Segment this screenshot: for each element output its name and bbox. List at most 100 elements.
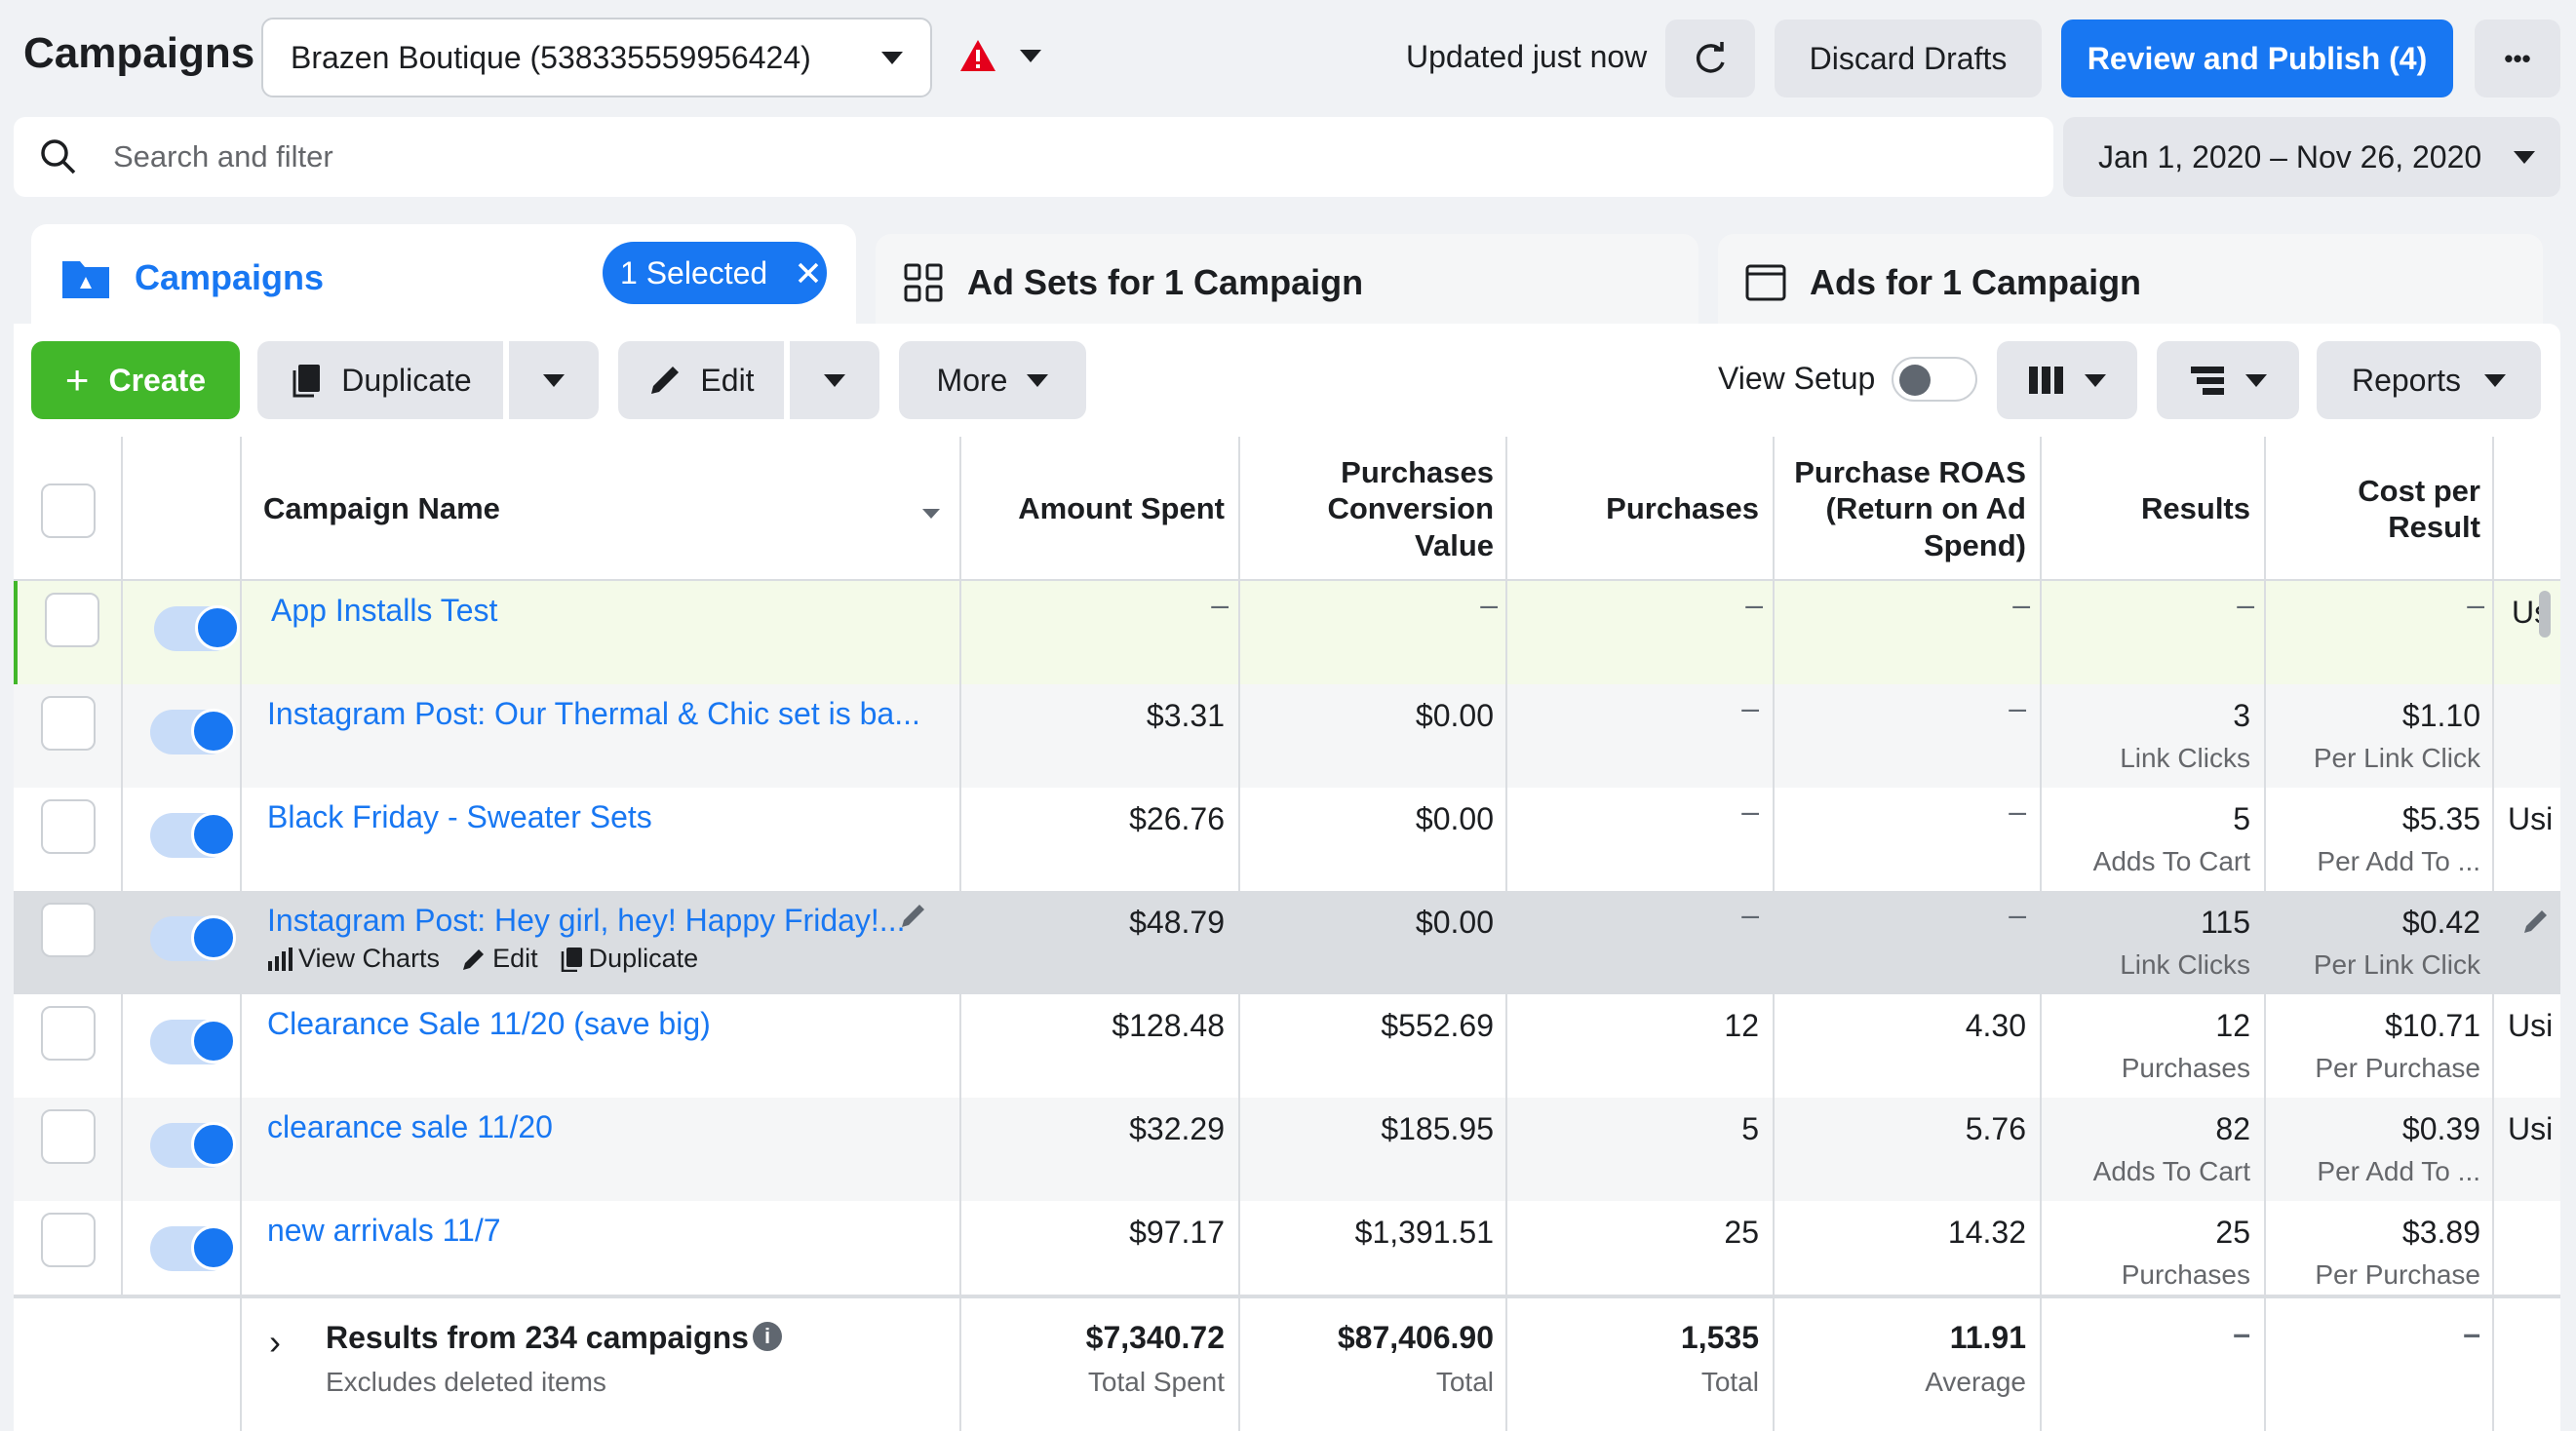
table-row[interactable]: App Installs Test – – – – – – Us xyxy=(14,581,2560,684)
cost-per-result-cell: $10.71 xyxy=(2385,1008,2480,1043)
row-checkbox[interactable] xyxy=(41,1006,96,1061)
duplicate-action[interactable]: Duplicate xyxy=(560,944,698,974)
column-header-results[interactable]: Results xyxy=(2042,437,2264,581)
campaign-name-link[interactable]: App Installs Test xyxy=(271,593,497,629)
table-row[interactable]: Black Friday - Sweater Sets $26.76 $0.00 – –… xyxy=(14,788,2560,891)
campaign-toggle[interactable] xyxy=(150,1122,236,1168)
column-header-cpr[interactable]: Cost per Result xyxy=(2266,437,2494,581)
refresh-button[interactable] xyxy=(1665,19,1755,97)
more-label: More xyxy=(936,362,1008,398)
create-button[interactable]: + Create xyxy=(31,341,240,419)
sort-icon[interactable] xyxy=(922,509,940,519)
cost-per-result-cell: – xyxy=(2467,587,2484,622)
campaign-toggle[interactable] xyxy=(150,915,236,961)
breakdown-icon xyxy=(2191,367,2224,395)
row-checkbox[interactable] xyxy=(41,1213,96,1267)
tab-ad-sets[interactable]: Ad Sets for 1 Campaign xyxy=(876,234,1698,331)
column-divider xyxy=(2492,437,2494,1431)
column-header-purchases[interactable]: Purchases xyxy=(1507,437,1773,581)
results-cell: 82 xyxy=(2215,1111,2250,1146)
table-row[interactable]: Instagram Post: Our Thermal & Chic set i… xyxy=(14,684,2560,788)
conversion-value-cell: $185.95 xyxy=(1381,1111,1494,1146)
pencil-icon[interactable] xyxy=(899,901,928,930)
results-type: Purchases xyxy=(2121,1053,2250,1083)
results-type: Purchases xyxy=(2121,1259,2250,1290)
create-label: Create xyxy=(108,362,207,398)
table-row[interactable]: Clearance Sale 11/20 (save big) $128.48 $5… xyxy=(14,994,2560,1098)
duplicate-button[interactable]: Duplicate xyxy=(257,341,503,419)
results-cell: – xyxy=(2237,587,2254,622)
pencil-icon[interactable] xyxy=(2521,907,2551,936)
campaign-name-link[interactable]: Clearance Sale 11/20 (save big) xyxy=(267,1006,711,1042)
breakdown-button[interactable] xyxy=(2157,341,2299,419)
column-header-amount[interactable]: Amount Spent xyxy=(961,437,1238,581)
view-charts-action[interactable]: View Charts xyxy=(267,944,440,974)
more-button[interactable]: More xyxy=(899,341,1086,419)
selected-count-pill[interactable]: 1 Selected xyxy=(603,242,827,304)
row-checkbox[interactable] xyxy=(41,903,96,957)
column-header-name[interactable]: Campaign Name xyxy=(263,437,946,581)
roas-cell: 5.76 xyxy=(1965,1111,2026,1146)
close-icon[interactable] xyxy=(797,261,820,285)
totals-sublabel: Excludes deleted items xyxy=(326,1367,606,1397)
cost-per-result-type: Per Link Click xyxy=(2313,949,2480,980)
chevron-down-icon xyxy=(2085,373,2106,387)
campaign-toggle[interactable] xyxy=(150,1019,236,1064)
reports-button[interactable]: Reports xyxy=(2317,341,2541,419)
edit-label: Edit xyxy=(700,362,755,398)
search-input[interactable]: Search and filter xyxy=(14,117,2053,197)
edit-dropdown-button[interactable] xyxy=(790,341,879,419)
warnings-dropdown[interactable] xyxy=(959,39,1041,72)
column-header-pcv[interactable]: Purchases Conversion Value xyxy=(1240,437,1507,581)
total-pcv: $87,406.90 xyxy=(1337,1320,1494,1355)
select-all-checkbox[interactable] xyxy=(41,483,96,538)
edit-action-label: Edit xyxy=(492,944,538,973)
date-range-picker[interactable]: Jan 1, 2020 – Nov 26, 2020 xyxy=(2063,117,2560,197)
info-icon[interactable]: i xyxy=(753,1322,782,1351)
campaign-toggle[interactable] xyxy=(150,1225,236,1271)
vertical-scrollbar[interactable] xyxy=(2539,591,2551,638)
tab-ads[interactable]: Ads for 1 Campaign xyxy=(1718,234,2543,331)
purchases-cell: 25 xyxy=(1724,1215,1759,1250)
results-type: Adds To Cart xyxy=(2092,1156,2250,1186)
campaign-name-link[interactable]: clearance sale 11/20 xyxy=(267,1109,553,1145)
campaign-name-link[interactable]: new arrivals 11/7 xyxy=(267,1213,501,1249)
duplicate-dropdown-button[interactable] xyxy=(509,341,599,419)
edit-action[interactable]: Edit xyxy=(461,944,538,974)
discard-drafts-button[interactable]: Discard Drafts xyxy=(1775,19,2042,97)
table-row[interactable]: new arrivals 11/7 $97.17 $1,391.51 25 14.32 2… xyxy=(14,1201,2560,1295)
chevron-down-icon xyxy=(2484,373,2507,387)
attribution-cell: Usi xyxy=(2508,801,2554,836)
table-row[interactable]: Instagram Post: Hey girl, hey! Happy Fri… xyxy=(14,891,2560,994)
bar-chart-icon xyxy=(268,947,293,971)
campaign-name-link[interactable]: Instagram Post: Our Thermal & Chic set i… xyxy=(267,696,920,732)
results-cell: 3 xyxy=(2233,698,2250,733)
campaign-toggle[interactable] xyxy=(150,812,236,858)
toggle-knob xyxy=(191,812,236,857)
row-checkbox[interactable] xyxy=(41,696,96,751)
edit-button[interactable]: Edit xyxy=(618,341,784,419)
search-placeholder: Search and filter xyxy=(113,139,333,174)
column-header-roas[interactable]: Purchase ROAS (Return on Ad Spend) xyxy=(1775,437,2040,581)
row-checkbox[interactable] xyxy=(41,799,96,854)
table-row[interactable]: clearance sale 11/20 $32.29 $185.95 5 5.76 82… xyxy=(14,1098,2560,1201)
account-selector[interactable]: Brazen Boutique (538335559956424) xyxy=(261,18,932,97)
cost-per-result-cell: $0.39 xyxy=(2401,1111,2480,1146)
row-checkbox[interactable] xyxy=(41,1109,96,1164)
more-options-button[interactable]: ••• xyxy=(2475,19,2560,97)
campaign-name-link[interactable]: Black Friday - Sweater Sets xyxy=(267,799,652,835)
campaign-toggle[interactable] xyxy=(150,709,236,754)
column-divider xyxy=(1238,437,1240,1431)
chevron-down-icon xyxy=(543,373,565,387)
toggle-knob xyxy=(191,915,236,960)
review-publish-button[interactable]: Review and Publish (4) xyxy=(2061,19,2453,97)
view-setup-toggle[interactable] xyxy=(1892,357,1977,402)
expand-chevron-icon[interactable]: › xyxy=(269,1322,281,1363)
results-cell: 115 xyxy=(2200,905,2250,940)
grid-icon xyxy=(904,263,943,302)
columns-button[interactable] xyxy=(1997,341,2137,419)
campaign-name-link[interactable]: Instagram Post: Hey girl, hey! Happy Fri… xyxy=(267,903,905,939)
toggle-knob xyxy=(191,1225,236,1270)
row-checkbox[interactable] xyxy=(45,593,99,647)
campaign-toggle[interactable] xyxy=(154,605,240,651)
